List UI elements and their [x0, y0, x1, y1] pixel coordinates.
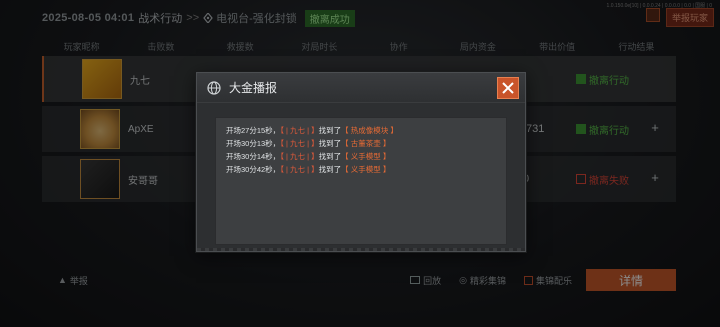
log-player: 【 | 九七 | 】 [280, 126, 319, 135]
dialog-title: 大金播报 [229, 81, 278, 95]
log-entry: 开场30分13秒，【 | 九七 | 】找到了【 古董茶壶 】 [226, 137, 496, 150]
close-button[interactable] [497, 76, 519, 99]
log-time: 开场30分13秒， [226, 139, 281, 148]
gold-broadcast-dialog: 大金播报 开场27分15秒，【 | 九七 | 】找到了【 热成像模块 】 开场3… [196, 72, 526, 252]
log-item: 【 古董茶壶 】 [341, 139, 391, 148]
globe-icon [207, 80, 221, 95]
log-verb: 找到了 [318, 165, 342, 174]
log-time: 开场27分15秒， [226, 126, 281, 135]
log-item: 【 义手模型 】 [341, 152, 391, 161]
log-player: 【 | 九七 | 】 [280, 165, 319, 174]
dialog-title-bar: 大金播报 [197, 73, 525, 103]
log-item: 【 义手模型 】 [341, 165, 391, 174]
log-entry: 开场30分14秒，【 | 九七 | 】找到了【 义手模型 】 [226, 150, 496, 163]
log-verb: 找到了 [318, 152, 342, 161]
log-time: 开场30分42秒， [226, 165, 281, 174]
log-verb: 找到了 [318, 126, 342, 135]
log-player: 【 | 九七 | 】 [280, 152, 319, 161]
dialog-bottom-border [197, 248, 525, 251]
log-time: 开场30分14秒， [226, 152, 281, 161]
log-item: 【 热成像模块 】 [341, 126, 398, 135]
log-verb: 找到了 [318, 139, 342, 148]
broadcast-log: 开场27分15秒，【 | 九七 | 】找到了【 热成像模块 】 开场30分13秒… [215, 117, 507, 245]
log-entry: 开场30分42秒，【 | 九七 | 】找到了【 义手模型 】 [226, 163, 496, 176]
log-entry: 开场27分15秒，【 | 九七 | 】找到了【 热成像模块 】 [226, 124, 496, 137]
close-icon [502, 81, 514, 94]
log-player: 【 | 九七 | 】 [280, 139, 319, 148]
